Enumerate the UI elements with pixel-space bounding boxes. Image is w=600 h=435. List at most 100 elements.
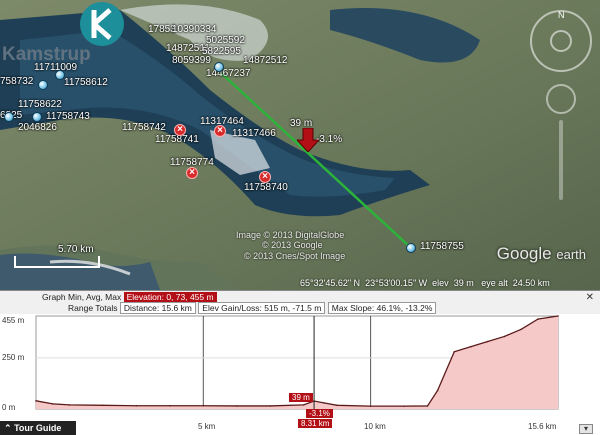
elevation-label: elev [432,278,449,288]
cursor-slope-badge: -3.1% [306,409,333,418]
scale-label: 5.70 km [58,244,94,255]
graph-label: Graph [42,292,66,302]
tour-guide-button[interactable]: ⌃ Tour Guide [0,421,76,435]
cursor-elevation-badge: 39 m [289,393,313,402]
distance-value: 15.6 km [161,303,192,313]
placemark-pin-icon[interactable] [32,112,42,122]
placemark-label[interactable]: 758732 [0,76,33,87]
elevation-point [51,403,54,405]
gain-loss-value: 515 m, -71.5 m [264,303,322,313]
elevation-point [322,402,325,404]
elevation-point [486,340,489,343]
distance-stat[interactable]: Distance: 15.6 km [119,302,196,314]
placemark-label[interactable]: 14467237 [206,68,251,79]
move-joystick-icon[interactable] [546,84,576,114]
google-earth-logo: Google earth [497,244,586,264]
red-x-marker-icon[interactable]: × [186,167,198,179]
y-tick-label: 455 m [2,316,25,325]
gain-loss-label: Elev Gain/Loss: [202,303,262,313]
earth-wordmark: earth [556,247,586,262]
placemark-label[interactable]: 2046826 [18,122,57,133]
path-slope-label: -3.1% [316,134,343,145]
kamstrup-logo-icon [80,2,124,46]
elevation-point [269,405,272,407]
elevation-point [169,404,171,407]
elevation-stat-value: 0, 73, 455 m [166,292,214,302]
elevation-point [557,315,559,317]
placemark-pin-icon[interactable] [4,112,14,122]
longitude-readout: 23°53'00.15" W [365,278,428,288]
elevation-point [470,345,472,348]
placemark-label[interactable]: 11758740 [244,182,288,193]
elevation-point [235,405,238,407]
elevation-point [336,404,338,407]
profile-header: Graph Min, Avg, Max Elevation: 0, 73, 45… [0,290,600,314]
red-x-marker-icon[interactable]: × [214,125,226,137]
eye-alt-label: eye alt [481,278,508,288]
placemark-label[interactable]: 11758741 [155,134,199,145]
tour-guide-label: Tour Guide [14,423,62,433]
elevation-point [436,389,439,392]
eye-alt-readout: 24.50 km [512,278,550,288]
elevation-stat-label: Elevation: [126,292,164,302]
elevation-point [369,405,372,407]
placemark-label[interactable]: 11758612 [64,77,108,88]
placemark-pin-icon[interactable] [214,62,224,72]
range-totals-label: Range Totals [68,303,118,313]
collapse-icon[interactable]: ▾ [579,424,593,434]
placemark-pin-icon[interactable] [55,70,65,80]
elevation-point [426,405,429,407]
placemark-label[interactable]: 11758742 [122,122,166,133]
x-tick-label: 10 km [364,422,386,431]
y-tick-label: 0 m [2,403,16,412]
look-joystick-icon[interactable] [550,30,572,52]
placemark-label[interactable]: 8059399 [172,55,211,66]
elevation-point [302,404,305,406]
max-slope-label: Max Slope: [331,303,375,313]
elevation-point [102,404,104,407]
elevation-point [35,400,37,402]
compass-control[interactable]: N [530,10,592,72]
google-earth-window: Kamstrup 17853 10390334 5025592 14872511… [0,0,600,435]
cursor-distance-badge: 8.31 km [298,419,333,428]
elevation-point [520,328,522,331]
placemark-pin-icon[interactable] [406,243,416,253]
zoom-slider[interactable] [559,120,563,200]
gain-loss-stat[interactable]: Elev Gain/Loss: 515 m, -71.5 m [198,302,326,314]
elevation-point [403,405,405,407]
satellite-map[interactable]: Kamstrup 17853 10390334 5025592 14872511… [0,0,600,290]
red-x-marker-icon[interactable]: × [174,124,186,136]
zoom-control[interactable] [541,84,581,214]
imagery-credit: © 2013 Cnes/Spot Image [244,251,346,261]
google-wordmark: Google [496,244,552,263]
elevation-point [202,404,205,407]
placemark-label[interactable]: 11758743 [46,111,90,122]
placemark-pin-icon[interactable] [38,80,48,90]
elevation-point [68,404,71,406]
elevation-point [453,350,456,353]
y-tick-label: 250 m [2,353,25,362]
placemark-label[interactable]: 11758755 [420,241,464,252]
placemark-label[interactable]: 11317466 [232,128,276,139]
status-bar: 65°32'45.62" N 23°53'00.15" W elev 39 m … [300,276,600,290]
placemark-label[interactable]: 5025592 [206,35,245,46]
graph-modes[interactable]: Min, Avg, Max [68,292,121,302]
elevation-point [503,335,506,338]
red-x-marker-icon[interactable]: × [259,171,271,183]
elevation-stat[interactable]: Elevation: 0, 73, 455 m [123,292,217,302]
elevation-profile-panel: Graph Min, Avg, Max Elevation: 0, 73, 45… [0,290,600,435]
placemark-label[interactable]: 11758622 [18,99,62,110]
x-tick-label: 5 km [198,422,216,431]
elevation-readout: 39 m [453,278,474,288]
imagery-credit: Image © 2013 DigitalGlobe [236,230,345,240]
close-profile-icon[interactable]: ✕ [586,292,594,303]
elevation-point [537,318,539,320]
max-slope-stat[interactable]: Max Slope: 46.1%, -13.2% [327,302,437,314]
elevation-point [135,404,138,407]
chevron-up-icon: ⌃ [4,423,12,433]
placemark-label[interactable]: 10390334 [172,24,217,35]
placemark-label[interactable]: 14872512 [243,55,288,66]
position-arrow-icon [297,128,319,152]
compass-north-icon: N [558,10,565,20]
distance-label: Distance: [123,303,160,313]
